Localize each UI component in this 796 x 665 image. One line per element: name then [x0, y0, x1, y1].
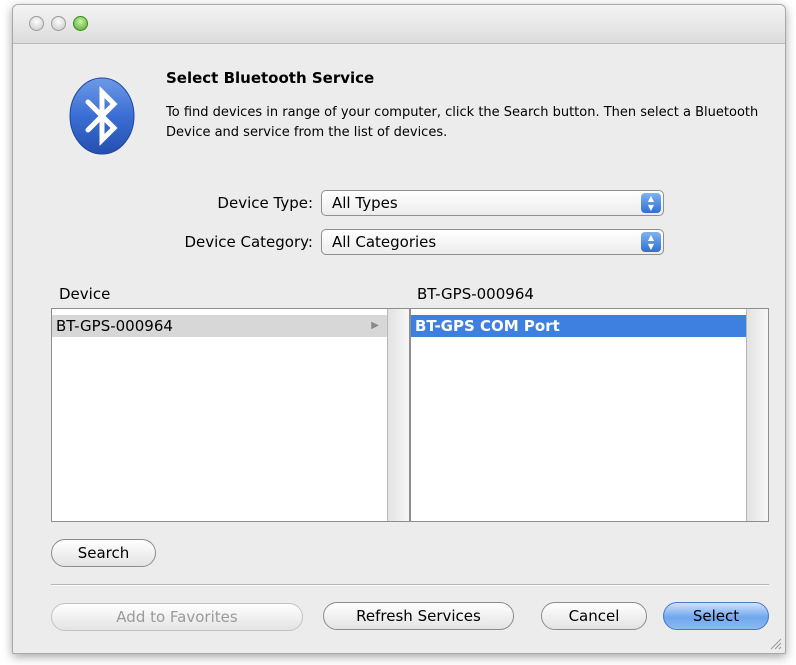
- dialog-description: To find devices in range of your compute…: [166, 105, 759, 140]
- device-list-item[interactable]: BT-GPS-000964 ▶: [52, 315, 387, 337]
- close-window-button[interactable]: [29, 16, 44, 31]
- device-category-value: All Categories: [332, 233, 437, 251]
- zoom-window-button[interactable]: [73, 16, 88, 31]
- service-name: BT-GPS COM Port: [415, 317, 560, 335]
- title-bar: [13, 5, 785, 44]
- device-category-popup[interactable]: All Categories ▲ ▼: [321, 229, 664, 255]
- device-category-label: Device Category:: [184, 233, 313, 251]
- service-list[interactable]: BT-GPS COM Port: [410, 308, 769, 522]
- service-column-header: BT-GPS-000964: [417, 285, 534, 303]
- refresh-services-button[interactable]: Refresh Services: [323, 602, 514, 630]
- cancel-button[interactable]: Cancel: [541, 602, 647, 630]
- device-list[interactable]: BT-GPS-000964 ▶: [51, 308, 410, 522]
- device-column-header: Device: [59, 285, 111, 303]
- resize-grip-icon[interactable]: [770, 638, 782, 650]
- popup-arrows-icon: ▲ ▼: [641, 193, 661, 213]
- device-name: BT-GPS-000964: [56, 317, 173, 335]
- device-type-value: All Types: [332, 194, 398, 212]
- device-list-scrollbar[interactable]: [387, 309, 409, 521]
- service-list-scrollbar[interactable]: [746, 309, 768, 521]
- bluetooth-service-dialog: Select Bluetooth Service To find devices…: [12, 4, 786, 654]
- service-list-item[interactable]: BT-GPS COM Port: [411, 315, 746, 337]
- device-type-popup[interactable]: All Types ▲ ▼: [321, 190, 664, 216]
- search-button[interactable]: Search: [51, 539, 156, 567]
- popup-arrows-icon: ▲ ▼: [641, 232, 661, 252]
- bluetooth-icon: [69, 77, 135, 155]
- select-button[interactable]: Select: [663, 602, 769, 630]
- disclosure-arrow-icon: ▶: [371, 320, 379, 331]
- divider: [51, 584, 769, 586]
- device-type-label: Device Type:: [217, 194, 313, 212]
- minimize-window-button[interactable]: [51, 16, 66, 31]
- add-to-favorites-button[interactable]: Add to Favorites: [51, 603, 303, 631]
- dialog-title: Select Bluetooth Service: [166, 69, 375, 87]
